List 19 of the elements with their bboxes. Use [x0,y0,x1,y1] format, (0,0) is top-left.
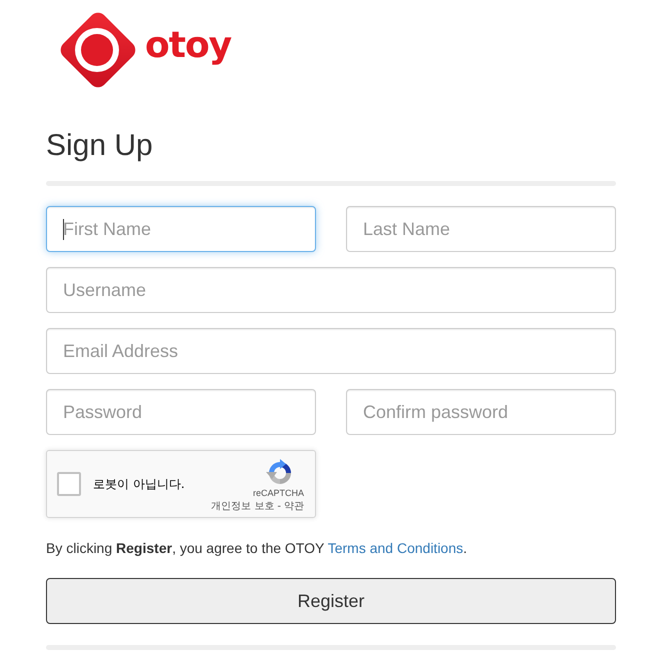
link-separator: - [277,501,281,513]
input-field[interactable]: Password [46,389,316,435]
circular-arrows-icon [266,459,294,487]
page-heading: Sign Up [46,129,154,162]
brand-wordmark: otoy [145,28,232,64]
input-field[interactable]: Username [46,267,616,313]
captcha-label: 로봇이 아닙니다. [93,476,185,492]
agreement-text: By clicking Register, you agree to the OTOY Terms and Conditions. [46,539,468,558]
text-cursor-icon [63,219,64,240]
input-field[interactable]: First Name [46,206,316,252]
terms-conditions-link[interactable]: Terms and Conditions [328,540,464,556]
input-field[interactable]: Confirm password [346,389,616,435]
captcha-checkbox[interactable] [57,472,81,496]
terms-link[interactable]: 약관 [284,501,304,513]
register-button[interactable]: Register [46,578,616,624]
input-field[interactable]: Email Address [46,328,616,374]
privacy-link[interactable]: 개인정보 보호 [211,501,274,513]
input-field[interactable]: Last Name [346,206,616,252]
captcha-brand: reCAPTCHA [252,488,304,499]
